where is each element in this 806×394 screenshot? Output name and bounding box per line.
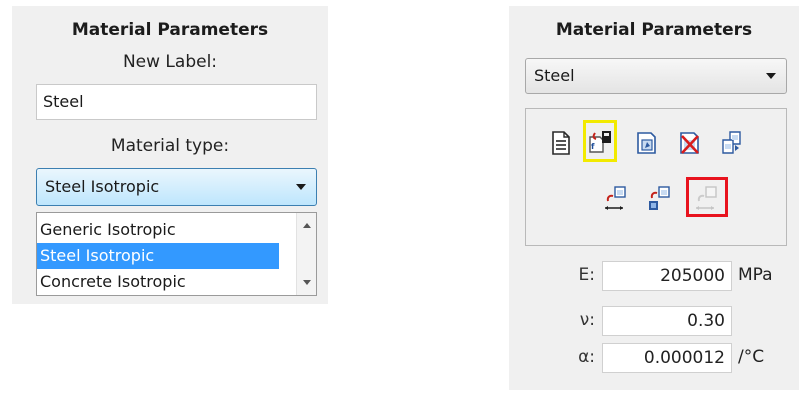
option-steel-isotropic[interactable]: Steel Isotropic (37, 243, 279, 269)
material-type-selected: Steel Isotropic (45, 177, 160, 196)
scroll-up-icon[interactable] (302, 223, 311, 228)
youngs-modulus-input[interactable]: 205000 (602, 261, 732, 291)
poisson-ratio-label: ν: (579, 310, 595, 330)
panel-title: Material Parameters (71, 20, 269, 40)
option-generic-isotropic[interactable]: Generic Isotropic (37, 217, 279, 243)
apply-to-all-icon[interactable] (646, 185, 672, 213)
chevron-down-icon[interactable] (766, 73, 776, 79)
new-material-icon[interactable] (634, 129, 660, 157)
thermal-expansion-input[interactable]: 0.000012 (602, 343, 732, 373)
left-material-panel: Material Parameters New Label: Steel Mat… (12, 6, 328, 304)
scroll-down-icon[interactable] (302, 280, 311, 285)
svg-text:f: f (591, 142, 595, 151)
material-type-dropdown[interactable]: Steel Isotropic (36, 168, 317, 206)
right-material-panel: Material Parameters Steel f E: 205000 MP… (509, 6, 799, 390)
poisson-ratio-input[interactable]: 0.30 (602, 306, 732, 336)
option-concrete-isotropic[interactable]: Concrete Isotropic (37, 269, 279, 295)
thermal-expansion-label: α: (578, 347, 595, 367)
material-type-caption: Material type: (110, 136, 230, 156)
new-label-caption: New Label: (122, 52, 218, 72)
material-selected: Steel (534, 66, 575, 85)
delete-material-icon[interactable] (677, 129, 703, 157)
panel-title: Material Parameters (555, 20, 753, 40)
material-toolbar: f (525, 108, 787, 246)
chevron-down-icon[interactable] (296, 184, 306, 190)
youngs-modulus-label: E: (578, 265, 595, 285)
edit-parameters-icon[interactable]: f (587, 127, 613, 155)
copy-material-icon[interactable] (719, 129, 745, 157)
thermal-expansion-unit: /°C (738, 347, 765, 367)
new-label-input[interactable]: Steel (36, 84, 317, 120)
material-type-options-list: Generic Isotropic Steel Isotropic Concre… (36, 212, 317, 296)
material-properties-icon[interactable] (548, 129, 574, 157)
apply-to-selection-icon[interactable] (602, 185, 628, 213)
youngs-modulus-unit: MPa (738, 265, 773, 285)
material-dropdown[interactable]: Steel (525, 58, 787, 94)
list-scrollbar[interactable] (296, 213, 316, 295)
apply-to-members-icon[interactable] (693, 185, 719, 213)
